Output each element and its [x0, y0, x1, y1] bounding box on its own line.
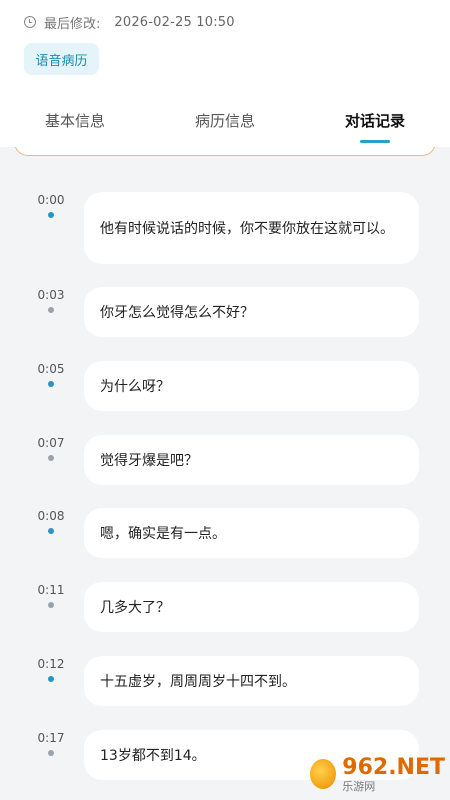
speaker-dot-icon [48, 750, 54, 756]
timestamp: 0:11 [37, 583, 65, 597]
voice-record-badge[interactable]: 语音病历 [24, 43, 99, 75]
watermark-logo [310, 759, 337, 789]
timestamp: 0:07 [37, 436, 65, 450]
speaker-dot-icon [48, 602, 54, 608]
timestamp: 0:12 [37, 657, 65, 671]
speaker-dot-icon [48, 676, 54, 682]
watermark-main: 962.NET [342, 754, 445, 780]
timestamp: 0:03 [37, 288, 65, 302]
timestamp: 0:00 [37, 193, 65, 207]
tab-basic-info[interactable]: 基本信息 [40, 100, 110, 140]
speaker-dot-icon [48, 528, 54, 534]
timestamp: 0:05 [37, 362, 65, 376]
message-bubble[interactable]: 觉得牙爆是吧？ [84, 435, 419, 485]
message-bubble[interactable]: 十五虚岁，周周周岁十四不到。 [84, 656, 419, 706]
timestamp: 0:08 [37, 509, 65, 523]
message-bubble[interactable]: 你牙怎么觉得怎么不好？ [84, 287, 419, 337]
last-modified: 最后修改: 2026-02-25 10:50 [24, 12, 235, 32]
tab-bar: 基本信息 病历信息 对话记录 [0, 100, 450, 145]
timestamp: 0:17 [37, 731, 65, 745]
message-bubble[interactable]: 为什么呀？ [84, 361, 419, 411]
tab-medical-record[interactable]: 病历信息 [190, 100, 260, 140]
message-bubble[interactable]: 他有时候说话的时候，你不要你放在这就可以。 [84, 192, 419, 264]
active-tab-indicator [360, 140, 390, 143]
message-bubble[interactable]: 几多大了？ [84, 582, 419, 632]
last-modified-label: 最后修改: [44, 16, 101, 32]
tab-conversation[interactable]: 对话记录 [340, 100, 410, 140]
speaker-dot-icon [48, 212, 54, 218]
watermark-sub: 乐游网 [342, 779, 376, 793]
message-bubble[interactable]: 嗯，确实是有一点。 [84, 508, 419, 558]
speaker-dot-icon [48, 455, 54, 461]
last-modified-time: 2026-02-25 10:50 [114, 14, 235, 30]
watermark: 962.NET 乐游网 [310, 752, 445, 796]
speaker-dot-icon [48, 307, 54, 313]
speaker-dot-icon [48, 381, 54, 387]
clock-icon [24, 16, 36, 28]
